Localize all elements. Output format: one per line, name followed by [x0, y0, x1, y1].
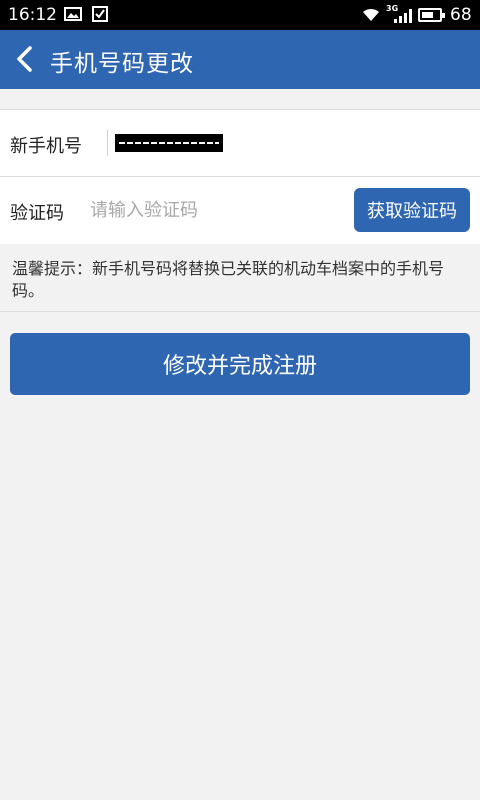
code-input[interactable] [90, 195, 340, 225]
battery-nub [442, 13, 445, 18]
signal-icon [394, 8, 412, 27]
tip-text: 温馨提示：新手机号码将替换已关联的机动车档案中的手机号码。 [12, 259, 445, 300]
status-time: 16:12 [8, 5, 57, 25]
app-bar: 手机号码更改 [0, 30, 480, 89]
page-title: 手机号码更改 [50, 51, 194, 77]
phone-field[interactable] [115, 134, 223, 152]
gallery-icon [64, 7, 82, 21]
tip-section: 温馨提示：新手机号码将替换已关联的机动车档案中的手机号码。 [0, 244, 480, 312]
field-divider [107, 130, 108, 156]
status-bar: 16:12 3G 68 [0, 0, 480, 30]
phone-row: 新手机号 [0, 110, 480, 177]
wifi-icon [361, 6, 381, 26]
redacted-phone-mask [119, 142, 219, 144]
chevron-left-icon[interactable] [12, 44, 40, 74]
battery-percent: 68 [450, 5, 472, 25]
submit-button[interactable]: 修改并完成注册 [10, 333, 470, 395]
battery-fill [422, 12, 433, 18]
battery-icon [418, 8, 445, 22]
phone-label: 新手机号 [10, 136, 82, 157]
code-label: 验证码 [10, 203, 64, 224]
download-check-icon [92, 6, 108, 22]
get-code-button[interactable]: 获取验证码 [354, 188, 470, 232]
